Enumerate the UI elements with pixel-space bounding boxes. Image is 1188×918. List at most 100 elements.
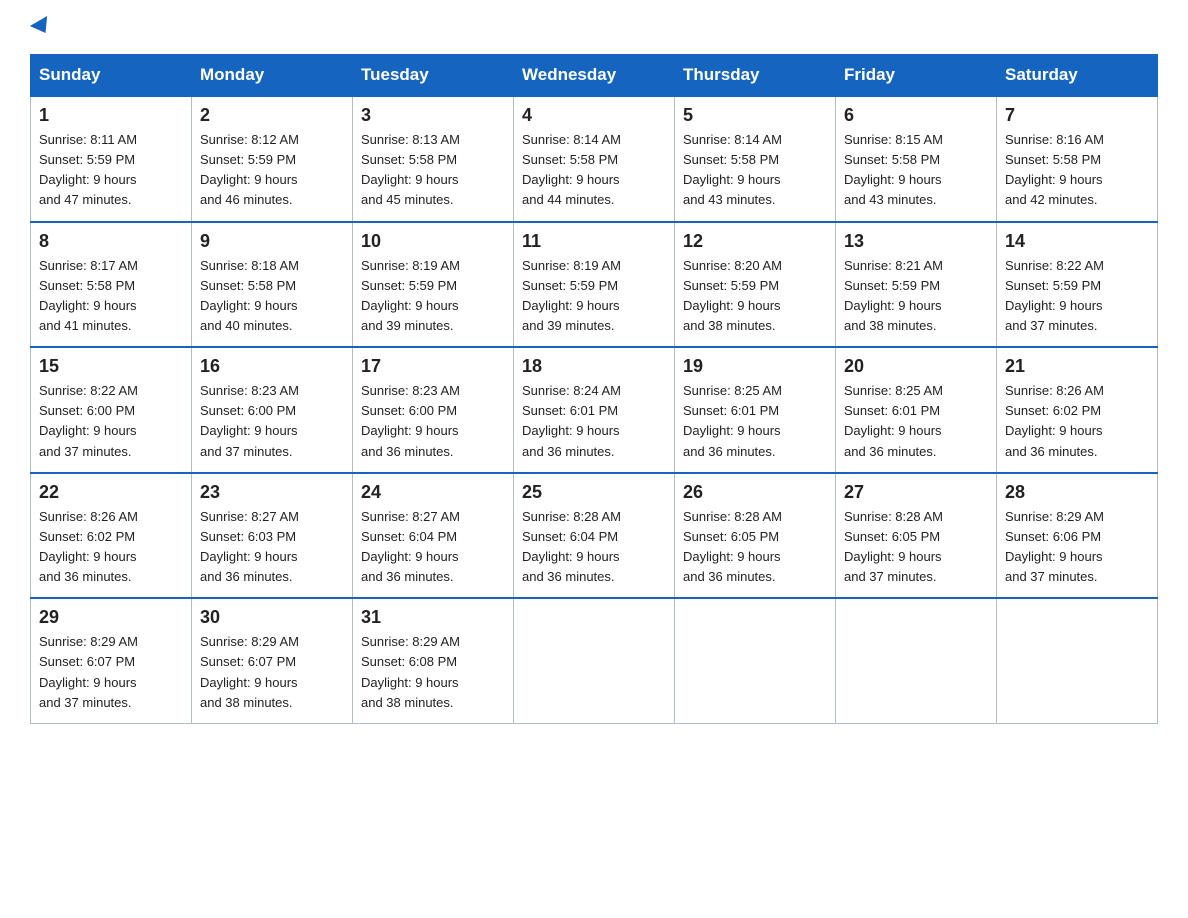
day-info: Sunrise: 8:25 AMSunset: 6:01 PMDaylight:… <box>844 381 988 462</box>
day-of-week-header: Saturday <box>997 55 1158 97</box>
day-number: 14 <box>1005 231 1149 252</box>
day-info: Sunrise: 8:28 AMSunset: 6:05 PMDaylight:… <box>683 507 827 588</box>
calendar-cell: 6 Sunrise: 8:15 AMSunset: 5:58 PMDaylight… <box>836 96 997 222</box>
day-number: 16 <box>200 356 344 377</box>
day-number: 1 <box>39 105 183 126</box>
calendar-cell: 14Sunrise: 8:22 AMSunset: 5:59 PMDayligh… <box>997 222 1158 348</box>
day-info: Sunrise: 8:24 AMSunset: 6:01 PMDaylight:… <box>522 381 666 462</box>
calendar-cell: 27 Sunrise: 8:28 AMSunset: 6:05 PMDayligh… <box>836 473 997 599</box>
calendar-cell: 21Sunrise: 8:26 AMSunset: 6:02 PMDayligh… <box>997 347 1158 473</box>
calendar-cell: 31 Sunrise: 8:29 AMSunset: 6:08 PMDayligh… <box>353 598 514 723</box>
day-of-week-header: Monday <box>192 55 353 97</box>
calendar-cell: 18 Sunrise: 8:24 AMSunset: 6:01 PMDayligh… <box>514 347 675 473</box>
day-of-week-header: Thursday <box>675 55 836 97</box>
day-number: 18 <box>522 356 666 377</box>
day-info: Sunrise: 8:28 AMSunset: 6:05 PMDaylight:… <box>844 507 988 588</box>
day-number: 31 <box>361 607 505 628</box>
day-info: Sunrise: 8:12 AMSunset: 5:59 PMDaylight:… <box>200 130 344 211</box>
day-number: 24 <box>361 482 505 503</box>
day-info: Sunrise: 8:23 AMSunset: 6:00 PMDaylight:… <box>361 381 505 462</box>
day-number: 22 <box>39 482 183 503</box>
day-info: Sunrise: 8:14 AMSunset: 5:58 PMDaylight:… <box>522 130 666 211</box>
day-number: 8 <box>39 231 183 252</box>
day-of-week-header: Wednesday <box>514 55 675 97</box>
day-number: 19 <box>683 356 827 377</box>
day-number: 29 <box>39 607 183 628</box>
calendar-cell: 1Sunrise: 8:11 AMSunset: 5:59 PMDaylight… <box>31 96 192 222</box>
day-info: Sunrise: 8:25 AMSunset: 6:01 PMDaylight:… <box>683 381 827 462</box>
calendar-cell: 22 Sunrise: 8:26 AMSunset: 6:02 PMDayligh… <box>31 473 192 599</box>
calendar-cell: 30 Sunrise: 8:29 AMSunset: 6:07 PMDayligh… <box>192 598 353 723</box>
day-number: 30 <box>200 607 344 628</box>
calendar-week-row: 22 Sunrise: 8:26 AMSunset: 6:02 PMDayligh… <box>31 473 1158 599</box>
day-info: Sunrise: 8:29 AMSunset: 6:07 PMDaylight:… <box>39 632 183 713</box>
calendar-cell: 17 Sunrise: 8:23 AMSunset: 6:00 PMDayligh… <box>353 347 514 473</box>
calendar-cell <box>675 598 836 723</box>
page-header <box>30 20 1158 34</box>
calendar-body: 1Sunrise: 8:11 AMSunset: 5:59 PMDaylight… <box>31 96 1158 723</box>
logo <box>30 20 52 34</box>
day-number: 21 <box>1005 356 1149 377</box>
calendar-cell <box>514 598 675 723</box>
calendar-cell: 24 Sunrise: 8:27 AMSunset: 6:04 PMDayligh… <box>353 473 514 599</box>
day-info: Sunrise: 8:13 AMSunset: 5:58 PMDaylight:… <box>361 130 505 211</box>
calendar-week-row: 29 Sunrise: 8:29 AMSunset: 6:07 PMDayligh… <box>31 598 1158 723</box>
day-of-week-header: Friday <box>836 55 997 97</box>
day-number: 23 <box>200 482 344 503</box>
day-number: 12 <box>683 231 827 252</box>
calendar-cell: 28Sunrise: 8:29 AMSunset: 6:06 PMDayligh… <box>997 473 1158 599</box>
day-number: 2 <box>200 105 344 126</box>
calendar-cell: 15 Sunrise: 8:22 AMSunset: 6:00 PMDayligh… <box>31 347 192 473</box>
calendar-cell: 19 Sunrise: 8:25 AMSunset: 6:01 PMDayligh… <box>675 347 836 473</box>
calendar-cell: 9Sunrise: 8:18 AMSunset: 5:58 PMDaylight… <box>192 222 353 348</box>
day-number: 7 <box>1005 105 1149 126</box>
day-info: Sunrise: 8:19 AMSunset: 5:59 PMDaylight:… <box>361 256 505 337</box>
day-info: Sunrise: 8:19 AMSunset: 5:59 PMDaylight:… <box>522 256 666 337</box>
calendar-cell: 16Sunrise: 8:23 AMSunset: 6:00 PMDayligh… <box>192 347 353 473</box>
calendar-cell: 3 Sunrise: 8:13 AMSunset: 5:58 PMDaylight… <box>353 96 514 222</box>
calendar-cell: 12 Sunrise: 8:20 AMSunset: 5:59 PMDayligh… <box>675 222 836 348</box>
day-number: 13 <box>844 231 988 252</box>
day-info: Sunrise: 8:14 AMSunset: 5:58 PMDaylight:… <box>683 130 827 211</box>
day-number: 5 <box>683 105 827 126</box>
calendar-cell <box>836 598 997 723</box>
day-info: Sunrise: 8:29 AMSunset: 6:07 PMDaylight:… <box>200 632 344 713</box>
calendar-cell: 29 Sunrise: 8:29 AMSunset: 6:07 PMDayligh… <box>31 598 192 723</box>
day-number: 20 <box>844 356 988 377</box>
day-number: 15 <box>39 356 183 377</box>
days-of-week-row: SundayMondayTuesdayWednesdayThursdayFrid… <box>31 55 1158 97</box>
day-number: 17 <box>361 356 505 377</box>
calendar-cell: 11 Sunrise: 8:19 AMSunset: 5:59 PMDayligh… <box>514 222 675 348</box>
day-number: 27 <box>844 482 988 503</box>
day-info: Sunrise: 8:29 AMSunset: 6:08 PMDaylight:… <box>361 632 505 713</box>
day-info: Sunrise: 8:27 AMSunset: 6:03 PMDaylight:… <box>200 507 344 588</box>
day-number: 11 <box>522 231 666 252</box>
day-info: Sunrise: 8:22 AMSunset: 6:00 PMDaylight:… <box>39 381 183 462</box>
calendar-cell: 2 Sunrise: 8:12 AMSunset: 5:59 PMDaylight… <box>192 96 353 222</box>
calendar-cell: 8Sunrise: 8:17 AMSunset: 5:58 PMDaylight… <box>31 222 192 348</box>
calendar-week-row: 8Sunrise: 8:17 AMSunset: 5:58 PMDaylight… <box>31 222 1158 348</box>
day-number: 3 <box>361 105 505 126</box>
calendar-week-row: 1Sunrise: 8:11 AMSunset: 5:59 PMDaylight… <box>31 96 1158 222</box>
calendar-cell: 7Sunrise: 8:16 AMSunset: 5:58 PMDaylight… <box>997 96 1158 222</box>
day-number: 4 <box>522 105 666 126</box>
calendar-week-row: 15 Sunrise: 8:22 AMSunset: 6:00 PMDayligh… <box>31 347 1158 473</box>
day-of-week-header: Sunday <box>31 55 192 97</box>
day-info: Sunrise: 8:26 AMSunset: 6:02 PMDaylight:… <box>39 507 183 588</box>
day-info: Sunrise: 8:15 AMSunset: 5:58 PMDaylight:… <box>844 130 988 211</box>
calendar-cell: 25Sunrise: 8:28 AMSunset: 6:04 PMDayligh… <box>514 473 675 599</box>
day-number: 10 <box>361 231 505 252</box>
day-info: Sunrise: 8:20 AMSunset: 5:59 PMDaylight:… <box>683 256 827 337</box>
calendar-cell: 10 Sunrise: 8:19 AMSunset: 5:59 PMDayligh… <box>353 222 514 348</box>
day-info: Sunrise: 8:18 AMSunset: 5:58 PMDaylight:… <box>200 256 344 337</box>
day-number: 28 <box>1005 482 1149 503</box>
calendar-header: SundayMondayTuesdayWednesdayThursdayFrid… <box>31 55 1158 97</box>
calendar-cell: 20 Sunrise: 8:25 AMSunset: 6:01 PMDayligh… <box>836 347 997 473</box>
logo-triangle-icon <box>30 16 54 38</box>
day-info: Sunrise: 8:27 AMSunset: 6:04 PMDaylight:… <box>361 507 505 588</box>
calendar-cell: 13Sunrise: 8:21 AMSunset: 5:59 PMDayligh… <box>836 222 997 348</box>
day-number: 6 <box>844 105 988 126</box>
calendar-cell: 5 Sunrise: 8:14 AMSunset: 5:58 PMDaylight… <box>675 96 836 222</box>
calendar-table: SundayMondayTuesdayWednesdayThursdayFrid… <box>30 54 1158 724</box>
calendar-cell: 26Sunrise: 8:28 AMSunset: 6:05 PMDayligh… <box>675 473 836 599</box>
